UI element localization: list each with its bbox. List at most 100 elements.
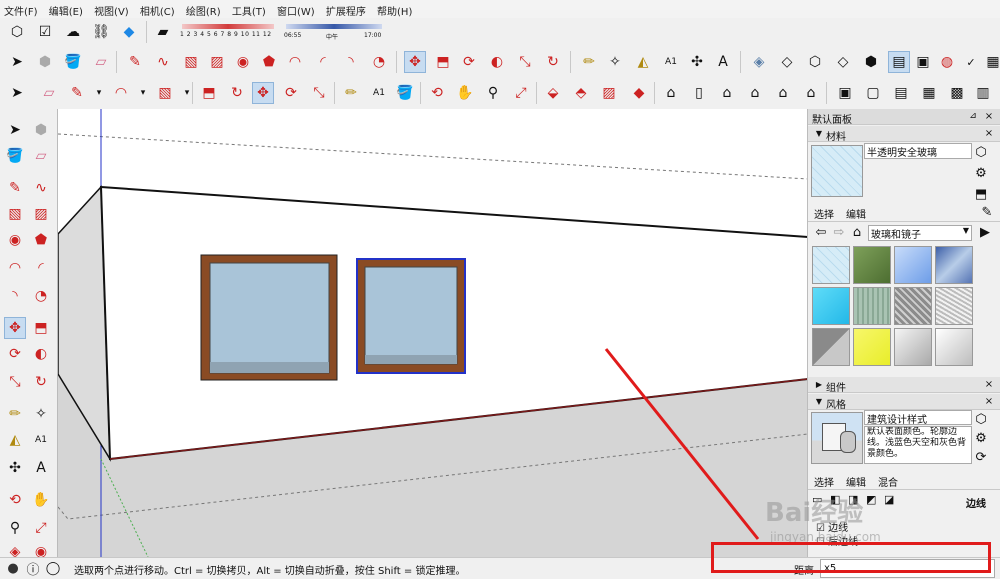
right-house-icon[interactable]: ⌂ [744,82,766,104]
details-arrow-icon[interactable]: ▶ [976,223,994,241]
back-house-icon[interactable]: ⌂ [772,82,794,104]
eraser-icon-2[interactable]: ▱ [38,82,60,104]
rotate-icon[interactable]: ⟳ [458,51,480,73]
push-pull-icon-2[interactable]: ⬒ [198,82,220,104]
v-protractor-icon[interactable]: ◭ [4,429,26,451]
scale-icon[interactable]: ⤡ [514,51,536,73]
zoom-icon[interactable]: ⚲ [482,82,504,104]
v-orbit-icon[interactable]: ⟲ [4,489,26,511]
library-select[interactable]: 玻璃和镜子 ▼ [868,225,972,241]
arc-icon-2[interactable]: ◠ [110,82,132,104]
text-icon-2[interactable]: A1 [368,82,390,104]
paint-bucket-icon-2[interactable]: 🪣 [394,82,416,104]
swatch-frosted-glass[interactable] [853,287,891,325]
scale-icon-2[interactable]: ⤡ [308,82,330,104]
v-arc2-icon[interactable]: ◜ [30,257,52,279]
v-scale-icon[interactable]: ⤡ [4,371,26,393]
menu-view[interactable]: 视图(V) [90,0,133,18]
left-house-icon[interactable]: ⌂ [800,82,822,104]
modeling-settings-icon[interactable]: ◪ [884,493,894,506]
share-model-icon[interactable]: ⬘ [570,82,592,104]
rectangle-icon[interactable]: ▧ [180,51,202,73]
iso-house-icon[interactable]: ⌂ [660,82,682,104]
swatch-textured-glass[interactable] [935,287,973,325]
v-freehand-icon[interactable]: ∿ [30,177,52,199]
3d-text-icon[interactable]: A [712,51,734,73]
right-view-icon[interactable]: ◇ [832,51,854,73]
v-zoomext-icon[interactable]: ⤢ [30,517,52,539]
tape-measure-icon-2[interactable]: ✏ [340,82,362,104]
style-description[interactable]: 默认表面颜色。轮廓边线。浅蓝色天空和灰色背景颜色。 [864,426,972,464]
top-view-icon[interactable]: ◇ [776,51,798,73]
shadow-toggle-icon[interactable]: ▰ [152,21,174,43]
tape-measure-icon[interactable]: ✏ [578,51,600,73]
pencil-icon[interactable]: ✎ [124,51,146,73]
forward-icon[interactable]: ⇨ [830,223,848,241]
front-house-icon[interactable]: ⌂ [716,82,738,104]
v-eraser-icon[interactable]: ▱ [30,145,52,167]
rectangle-icon-2[interactable]: ▧ [154,82,176,104]
component-icon[interactable]: ⬡ [6,21,28,43]
v-pie-icon[interactable]: ◔ [30,285,52,307]
v-pushpull-icon[interactable]: ⬒ [30,317,52,339]
refresh-style-icon[interactable]: ⟳ [972,448,990,466]
follow-me-icon[interactable]: ◐ [486,51,508,73]
arc-2pt-icon[interactable]: ◜ [312,51,334,73]
swatch-block-glass[interactable] [894,287,932,325]
v-rotrect-icon[interactable]: ▨ [30,203,52,225]
menu-camera[interactable]: 相机(C) [136,0,179,18]
dimension-icon[interactable]: ✧ [604,51,626,73]
style-name-field[interactable]: 建筑设计样式 [864,410,972,426]
v-dimension-icon[interactable]: ✧ [30,403,52,425]
v-pencil-icon[interactable]: ✎ [4,177,26,199]
eyedropper-icon[interactable]: ✎ [978,203,996,221]
v-polygon-icon[interactable]: ⬟ [30,229,52,251]
text-icon[interactable]: A1 [660,51,682,73]
arc-icon[interactable]: ◠ [284,51,306,73]
v-text-icon[interactable]: A1 [30,429,52,451]
user-icon[interactable]: ◯ [44,559,62,577]
section-plane-icon[interactable]: ◍ [936,51,958,73]
overflow-icon[interactable]: ▦ [982,51,1000,73]
select-arrow-icon[interactable]: ➤ [6,51,28,73]
checklist-icon[interactable]: ☑ [34,21,56,43]
geo-location-icon[interactable]: ● [4,559,22,577]
swatch-white-mirror[interactable] [935,328,973,366]
circle-icon[interactable]: ◉ [232,51,254,73]
pie-icon[interactable]: ◔ [368,51,390,73]
swatch-translucent-glass[interactable] [812,246,850,284]
move-icon[interactable]: ✥ [404,51,426,73]
push-pull-icon[interactable]: ⬒ [432,51,454,73]
info-icon[interactable]: ⓘ [24,559,42,578]
close-tray-icon[interactable]: × [980,107,998,125]
link-add-icon[interactable]: ⛓ [90,21,112,43]
rect-dropdown-icon[interactable]: ▾ [176,82,198,104]
swatch-silver-mirror[interactable] [894,328,932,366]
shaded-icon-2[interactable]: ▦ [918,82,940,104]
move-icon-2[interactable]: ✥ [252,82,274,104]
update-style-icon[interactable]: ⬡ [972,410,990,428]
menu-window[interactable]: 窗口(W) [273,0,319,18]
ruby-icon[interactable]: ◆ [628,82,650,104]
menu-draw[interactable]: 绘图(R) [182,0,225,18]
back-view-icon[interactable]: ⬢ [860,51,882,73]
swatch-blue-glass[interactable] [894,246,932,284]
components-header[interactable]: ▶ 组件 × [808,377,1000,394]
rotate-icon-2[interactable]: ⟳ [280,82,302,104]
zoom-extents-icon[interactable]: ⤢ [510,82,532,104]
eraser-icon[interactable]: ▱ [90,51,112,73]
arc-3pt-icon[interactable]: ◝ [340,51,362,73]
materials-header[interactable]: ▼ 材料 × [808,124,1000,143]
layout-icon[interactable]: ▨ [598,82,620,104]
menu-tools[interactable]: 工具(T) [228,0,270,18]
iso-view-icon[interactable]: ◈ [748,51,770,73]
swatch-green-glass[interactable] [853,246,891,284]
warehouse-icon[interactable]: ⬙ [542,82,564,104]
close-materials-icon[interactable]: × [980,124,998,142]
v-zoom-icon[interactable]: ⚲ [4,517,26,539]
hidden-line-icon[interactable]: ▤ [888,51,910,73]
pan-hand-icon[interactable]: ✋ [454,82,476,104]
swatch-grey-glass[interactable] [812,328,850,366]
polygon-icon[interactable]: ⬟ [258,51,280,73]
menu-help[interactable]: 帮助(H) [373,0,416,18]
